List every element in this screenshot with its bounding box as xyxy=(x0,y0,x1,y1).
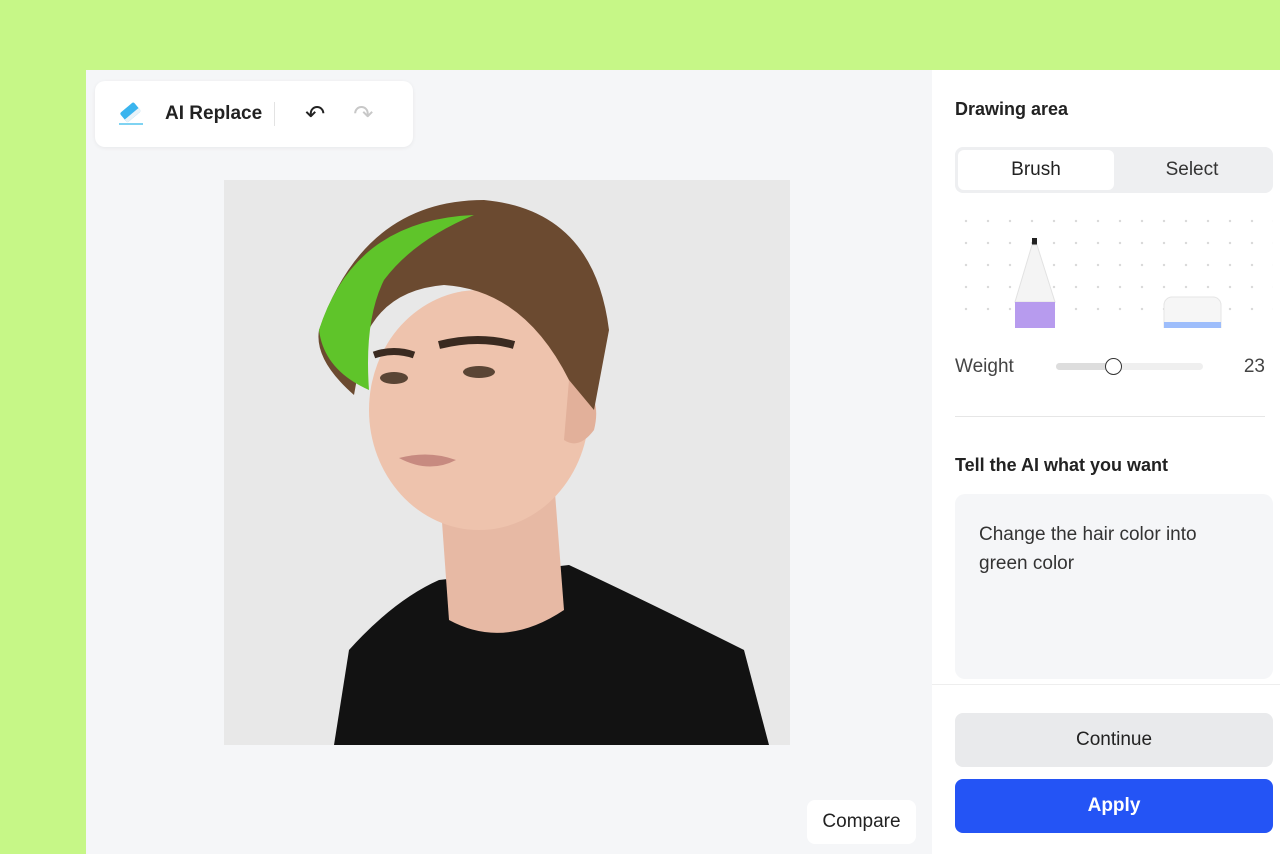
undo-icon[interactable]: ↶ xyxy=(305,100,325,129)
tool-picker xyxy=(955,210,1273,328)
drawing-area-title: Drawing area xyxy=(955,99,1069,119)
eraser-tool-icon[interactable] xyxy=(1163,296,1223,328)
divider xyxy=(274,102,276,126)
weight-slider[interactable] xyxy=(1056,358,1203,375)
apply-button[interactable]: Apply xyxy=(955,779,1273,833)
slider-handle[interactable] xyxy=(1105,358,1123,375)
compare-button[interactable]: Compare xyxy=(807,800,916,844)
tool-title: AI Replace xyxy=(165,103,263,124)
continue-button[interactable]: Continue xyxy=(955,713,1273,767)
edited-photo[interactable] xyxy=(224,180,790,745)
divider xyxy=(955,416,1265,417)
redo-icon[interactable]: ↷ xyxy=(353,100,373,129)
weight-value: 23 xyxy=(1243,356,1265,377)
prompt-textarea[interactable]: Change the hair color into green color xyxy=(955,494,1273,679)
pencil-icon[interactable] xyxy=(1013,238,1057,328)
prompt-title: Tell the AI what you want xyxy=(955,455,1169,475)
action-bar: Continue Apply xyxy=(932,684,1280,854)
side-panel: Drawing area Brush Select Weight 23 Tell… xyxy=(932,70,1280,854)
eraser-icon xyxy=(119,102,143,125)
app-window: AI Replace ↶ ↷ Compare Drawing area Brus… xyxy=(86,70,1280,854)
toolbar: AI Replace ↶ ↷ xyxy=(95,81,413,147)
tab-brush[interactable]: Brush xyxy=(958,150,1114,190)
tab-select[interactable]: Select xyxy=(1114,150,1270,190)
weight-label: Weight xyxy=(955,356,1014,377)
mode-tabs: Brush Select xyxy=(955,147,1273,193)
